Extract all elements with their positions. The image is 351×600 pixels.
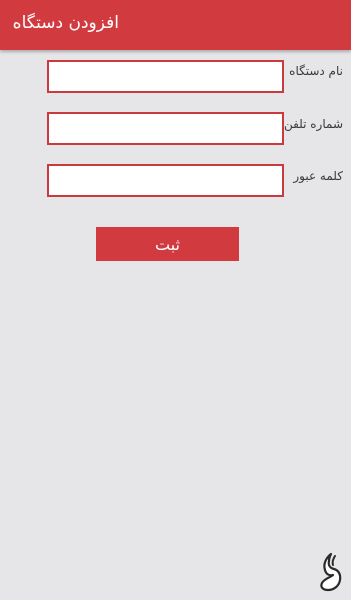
- phone-label: شماره تلفن: [283, 117, 343, 131]
- app-bar: افزودن دستگاه: [0, 0, 351, 50]
- device-name-label: نام دستگاه: [289, 64, 343, 78]
- password-input[interactable]: [47, 164, 284, 197]
- phone-input[interactable]: [47, 112, 284, 145]
- device-name-input[interactable]: [47, 60, 284, 93]
- page-title: افزودن دستگاه: [12, 13, 119, 33]
- password-label: کلمه عبور: [293, 169, 343, 183]
- submit-button[interactable]: ثبت: [96, 227, 239, 261]
- store-logo-icon: [320, 552, 342, 592]
